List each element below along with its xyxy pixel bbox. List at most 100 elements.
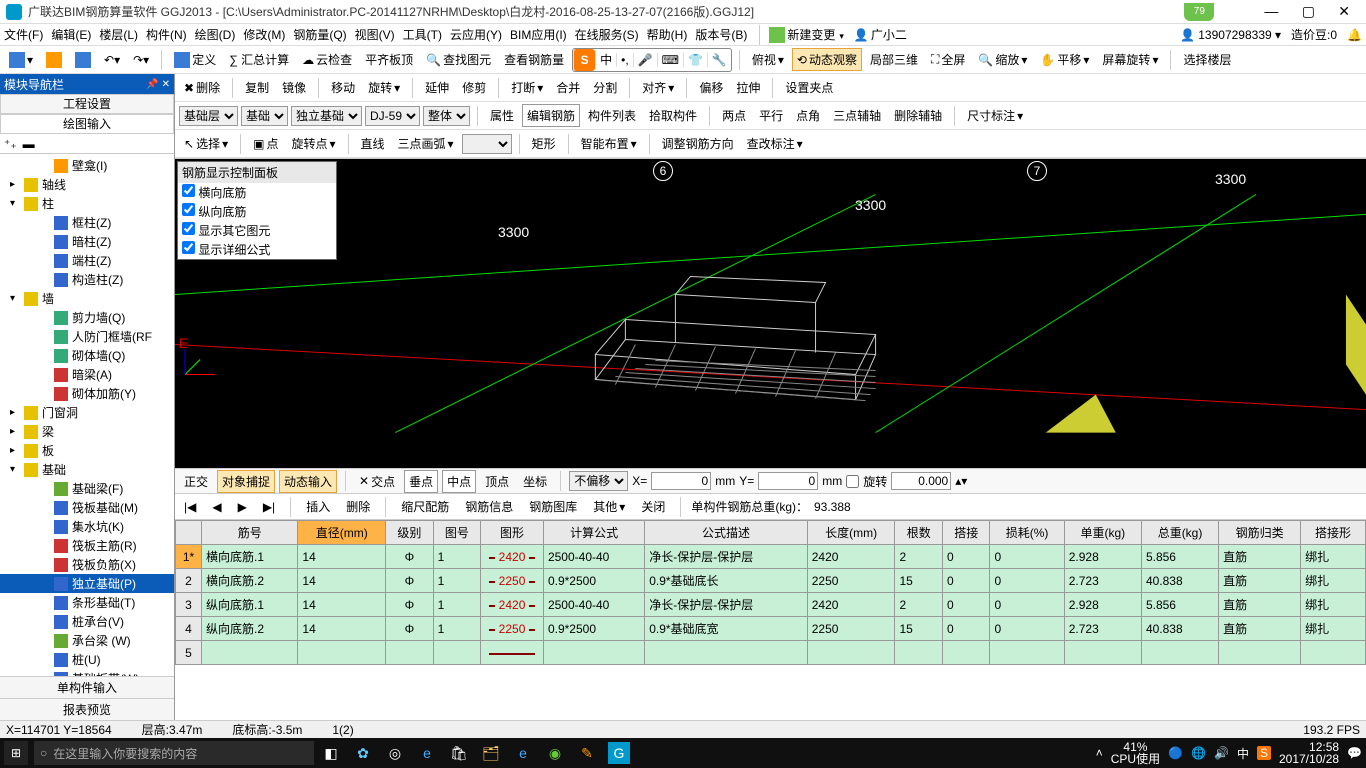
taskbar-search[interactable]: ○ 在这里输入你要搜索的内容 — [34, 741, 314, 765]
point-button[interactable]: ▣ 点 — [248, 132, 283, 155]
redo-button[interactable]: ↷▾ — [128, 50, 154, 70]
ime-punct-icon[interactable]: •, — [616, 53, 633, 67]
menu-draw[interactable]: 绘图(D) — [195, 26, 236, 43]
delete-button[interactable]: ✖ 删除 — [179, 76, 225, 99]
osnap-toggle[interactable]: 对象捕捉 — [217, 470, 275, 493]
row-insert-button[interactable]: 插入 — [301, 495, 335, 518]
offset-button[interactable]: 偏移 — [694, 76, 728, 99]
arc3-button[interactable]: 三点画弧▾ — [393, 132, 459, 155]
tree-node[interactable]: 独立基础(P) — [0, 574, 174, 593]
snap-mid[interactable]: 中点 — [442, 470, 476, 493]
chk-h-bottom[interactable]: 横向底筋 — [178, 183, 336, 202]
attribute-button[interactable]: 属性 — [485, 104, 519, 127]
tab-report-preview[interactable]: 报表预览 — [0, 698, 174, 720]
collapse-icon[interactable]: ▬ — [23, 137, 35, 151]
check-annotation-button[interactable]: 查改标注▾ — [742, 132, 808, 155]
tree-node[interactable]: ▾基础 — [0, 460, 174, 479]
rotate-input[interactable] — [891, 472, 951, 490]
dynamic-observe-button[interactable]: ⟲ 动态观察 — [792, 48, 862, 71]
menu-floor[interactable]: 楼层(L) — [99, 26, 138, 43]
tree-node[interactable]: 人防门框墙(RF — [0, 327, 174, 346]
menu-rebar[interactable]: 钢筋量(Q) — [293, 26, 346, 43]
tab-project-settings[interactable]: 工程设置 — [0, 94, 174, 114]
start-button[interactable]: ⊞ — [4, 741, 28, 765]
y-input[interactable] — [758, 472, 818, 490]
tree-node[interactable]: 筏板基础(M) — [0, 498, 174, 517]
close-panel-button[interactable]: 关闭 — [636, 495, 670, 518]
table-header[interactable]: 钢筋归类 — [1219, 521, 1301, 545]
user-phone[interactable]: 👤 13907298339 ▾ — [1180, 28, 1281, 42]
menu-help[interactable]: 帮助(H) — [647, 26, 688, 43]
move-button[interactable]: 移动 — [326, 76, 360, 99]
app3-icon[interactable]: ✎ — [576, 742, 598, 764]
mode-combo[interactable]: 整体 — [423, 106, 470, 126]
tray-icon[interactable]: 🔵 — [1168, 746, 1183, 760]
table-header[interactable]: 图形 — [481, 521, 544, 545]
pick-component-button[interactable]: 拾取构件 — [644, 104, 702, 127]
stretch-button[interactable]: 拉伸 — [731, 76, 765, 99]
tree-node[interactable]: 桩(U) — [0, 650, 174, 669]
expand-icon[interactable]: ⁺₊ — [4, 137, 17, 151]
merge-button[interactable]: 合并 — [551, 76, 585, 99]
table-header[interactable]: 搭接形 — [1301, 521, 1366, 545]
point-angle-button[interactable]: 点角 — [791, 104, 825, 127]
tree-node[interactable]: 筏板主筋(R) — [0, 536, 174, 555]
rotate-point-button[interactable]: 旋转点▾ — [286, 132, 340, 155]
split-button[interactable]: 分割 — [588, 76, 622, 99]
menu-file[interactable]: 文件(F) — [4, 26, 43, 43]
delete-aux-button[interactable]: 删除辅轴 — [889, 104, 947, 127]
glodon-icon[interactable]: G — [608, 742, 630, 764]
volume-icon[interactable]: 🔊 — [1214, 746, 1229, 760]
setpoint-button[interactable]: 设置夹点 — [780, 76, 838, 99]
pan-button[interactable]: ✋ 平移▾ — [1035, 48, 1094, 71]
other-button[interactable]: 其他▾ — [588, 495, 630, 518]
table-row[interactable]: 5 — [176, 641, 1366, 665]
explorer-icon[interactable]: 🗂 — [480, 742, 502, 764]
assistant-button[interactable]: 👤 广小二 — [849, 23, 912, 46]
tree-node[interactable]: 暗梁(A) — [0, 365, 174, 384]
tree-node[interactable]: 基础梁(F) — [0, 479, 174, 498]
tree-node[interactable]: 剪力墙(Q) — [0, 308, 174, 327]
chk-show-other[interactable]: 显示其它图元 — [178, 221, 336, 240]
screen-rotate-button[interactable]: 屏幕旋转▾ — [1097, 48, 1163, 71]
menu-version[interactable]: 版本号(B) — [695, 26, 747, 43]
new-file-button[interactable]: ▾ — [4, 49, 38, 71]
tree-node[interactable]: ▾墙 — [0, 289, 174, 308]
tree-node[interactable]: 桩承台(V) — [0, 612, 174, 631]
nav-prev[interactable]: ◀ — [207, 497, 226, 517]
table-header[interactable]: 计算公式 — [543, 521, 644, 545]
table-header[interactable]: 图号 — [433, 521, 480, 545]
tree-node[interactable]: ▸梁 — [0, 422, 174, 441]
zoom-button[interactable]: 🔍 缩放▾ — [973, 48, 1032, 71]
fullscreen-button[interactable]: ⛶ 全屏 — [926, 48, 970, 71]
type-combo[interactable]: 独立基础 — [291, 106, 362, 126]
rotate-button[interactable]: 旋转▾ — [363, 76, 405, 99]
adjust-direction-button[interactable]: 调整钢筋方向 — [657, 132, 739, 155]
tab-single-component[interactable]: 单构件输入 — [0, 676, 174, 698]
find-graph-button[interactable]: 🔍 查找图元 — [421, 48, 496, 71]
trim-button[interactable]: 修剪 — [457, 76, 491, 99]
cloud-check-button[interactable]: ☁ 云检查 — [297, 48, 357, 71]
app1-icon[interactable]: ✿ — [352, 742, 374, 764]
table-header[interactable]: 级别 — [386, 521, 433, 545]
dimension-button[interactable]: 尺寸标注▾ — [962, 104, 1028, 127]
table-header[interactable] — [176, 521, 202, 545]
table-header[interactable]: 公式描述 — [645, 521, 808, 545]
rebar-library-button[interactable]: 钢筋图库 — [524, 495, 582, 518]
ime-user-icon[interactable]: 👕 — [683, 53, 707, 67]
table-row[interactable]: 3纵向底筋.114Φ124202500-40-40净长-保护层-保护层24202… — [176, 593, 1366, 617]
select-button[interactable]: ↖ 选择▾ — [179, 132, 233, 155]
dynamic-input-toggle[interactable]: 动态输入 — [279, 470, 337, 493]
sogou-tray-icon[interactable]: S — [1257, 746, 1271, 760]
snap-vertex[interactable]: 顶点 — [480, 470, 514, 493]
view-steel-button[interactable]: 查看钢筋量 — [499, 48, 569, 71]
tree-node[interactable]: 集水坑(K) — [0, 517, 174, 536]
rect-button[interactable]: 矩形 — [527, 132, 561, 155]
menu-view[interactable]: 视图(V) — [355, 26, 395, 43]
ime-mic-icon[interactable]: 🎤 — [633, 53, 657, 67]
rebar-display-panel[interactable]: 钢筋显示控制面板 横向底筋 纵向底筋 显示其它图元 显示详细公式 — [177, 161, 337, 260]
category-combo[interactable]: 基础 — [241, 106, 288, 126]
menu-component[interactable]: 构件(N) — [146, 26, 187, 43]
tree-node[interactable]: 暗柱(Z) — [0, 232, 174, 251]
tree-node[interactable]: 条形基础(T) — [0, 593, 174, 612]
